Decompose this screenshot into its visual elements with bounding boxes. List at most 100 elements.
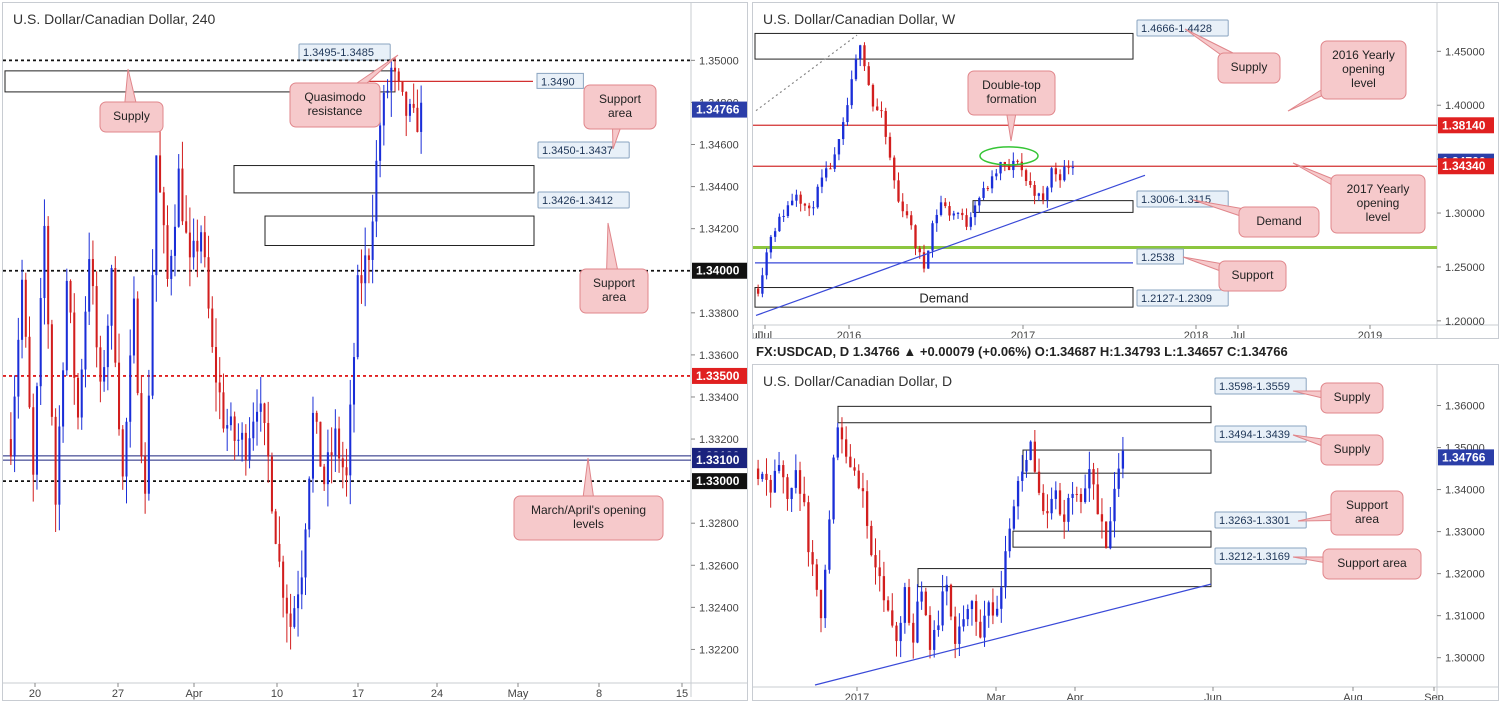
zone-box (264, 215, 535, 246)
candle-body (1000, 587, 1003, 609)
candle-body (229, 416, 232, 426)
y-tick-label: 1.30000 (1445, 208, 1485, 220)
candle-body (1042, 492, 1045, 512)
x-tick-label: 2017 (1011, 330, 1035, 339)
candle-body (891, 610, 894, 626)
candle-body (832, 457, 835, 520)
h4-chart-panel[interactable]: U.S. Dollar/Canadian Dollar, 240 1.35000 1… (2, 2, 748, 701)
candle-body (345, 467, 348, 476)
candle-body (1037, 471, 1041, 493)
candle-body (901, 201, 904, 212)
candle-body (308, 478, 311, 530)
candle-body (1117, 468, 1120, 489)
h4-chart[interactable]: U.S. Dollar/Canadian Dollar, 240 1.35000 1… (3, 3, 748, 701)
candle-body (871, 84, 875, 107)
candle-body (382, 92, 385, 126)
candle-body (874, 555, 877, 568)
candle-body (9, 439, 12, 457)
candle-body (28, 336, 31, 408)
candle-body (43, 225, 46, 299)
candle-body (825, 168, 828, 178)
callout-text: opening (1342, 62, 1385, 76)
candle-body (47, 225, 50, 325)
candle-body (401, 81, 404, 92)
x-tick-label: Apr (1066, 692, 1083, 701)
candle-body (995, 608, 999, 616)
candle-body (914, 225, 917, 249)
candle-body (1067, 497, 1070, 522)
candle-body (863, 45, 866, 67)
candle-body (974, 601, 978, 622)
candle-body (252, 421, 255, 439)
candle-body (828, 519, 831, 570)
candle-body (170, 255, 173, 279)
candle-body (956, 212, 960, 214)
candle-body (1016, 160, 1019, 162)
candle-body (334, 428, 337, 456)
candle-body (944, 202, 947, 207)
candle-body (214, 347, 218, 383)
candle-body (1046, 511, 1049, 514)
x-tick-label: Sep (1424, 692, 1444, 701)
candle-body (54, 416, 57, 505)
candle-body (895, 625, 898, 642)
candle-body (397, 71, 400, 82)
callout-text: level (1351, 76, 1376, 90)
candle-body (73, 312, 76, 378)
candle-body (937, 625, 940, 630)
candle-body (1071, 493, 1074, 498)
y-tick-label: 1.34200 (699, 224, 739, 236)
candle-body (338, 428, 341, 459)
candle-body (375, 160, 378, 222)
weekly-chart-panel[interactable]: U.S. Dollar/Canadian Dollar, W 1.45000 1.4… (752, 2, 1499, 339)
callout-text: Support (1231, 268, 1274, 282)
candle-body (364, 255, 367, 284)
candle-body (846, 105, 849, 123)
x-tick-label: 2019 (1358, 330, 1382, 339)
candle-body (842, 122, 845, 140)
candle-body (983, 615, 986, 638)
candle-body (379, 125, 382, 161)
candle-body (323, 466, 326, 485)
candle-body (1071, 167, 1075, 169)
y-tick-label: 1.31000 (1445, 611, 1485, 623)
candle-body (386, 90, 389, 93)
candle-body (897, 180, 900, 202)
trendline (814, 583, 1212, 686)
candle-body (226, 425, 229, 429)
callout-text: Double-top (982, 78, 1041, 92)
callout-text: resistance (308, 104, 363, 118)
daily-chart[interactable]: U.S. Dollar/Canadian Dollar, D 1.36000 1.3… (753, 365, 1499, 701)
candle-body (907, 587, 911, 623)
symbol-info-text: FX:USDCAD, D 1.34766 ▲ +0.00079 (+0.06%)… (756, 344, 1288, 359)
candle-body (293, 608, 296, 627)
candle-body (341, 458, 344, 468)
x-tick-label: 20 (29, 688, 41, 700)
y-tick-label: 1.40000 (1445, 100, 1485, 112)
candle-body (790, 487, 793, 499)
candle-body (961, 212, 964, 216)
x-tick-label: Mar (987, 692, 1006, 701)
candle-body (982, 187, 985, 198)
candle-body (924, 591, 927, 616)
candle-body (903, 587, 907, 623)
zone-label: 1.3426-1.3412 (542, 195, 613, 207)
x-tick-label: 2017 (845, 692, 869, 701)
zone-label: 1.3263-1.3301 (1219, 515, 1290, 527)
candle-body (865, 491, 869, 526)
candle-body (121, 429, 124, 477)
candle-body (952, 213, 955, 216)
weekly-chart[interactable]: U.S. Dollar/Canadian Dollar, W 1.45000 1.4… (753, 3, 1499, 339)
candle-body (192, 240, 195, 258)
candle-body (304, 529, 307, 578)
candle-body (1088, 469, 1091, 489)
daily-chart-panel[interactable]: U.S. Dollar/Canadian Dollar, D 1.36000 1.3… (752, 364, 1499, 701)
candle-body (949, 584, 953, 617)
candle-body (1016, 480, 1020, 507)
candle-body (278, 543, 281, 562)
candle-body (110, 268, 113, 326)
candle-body (853, 467, 856, 471)
candle-body (248, 438, 251, 460)
candle-body (394, 67, 397, 72)
x-tick-label: 2018 (1184, 330, 1208, 339)
